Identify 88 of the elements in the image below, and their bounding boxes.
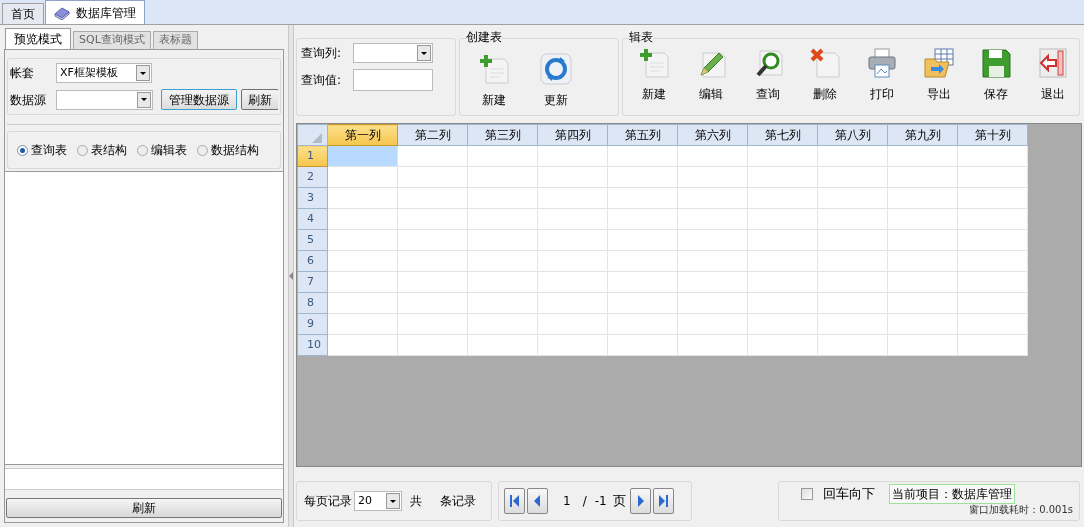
- column-header[interactable]: 第四列: [537, 124, 608, 146]
- first-page-icon: [510, 495, 519, 507]
- column-header[interactable]: 第三列: [467, 124, 538, 146]
- dropdown[interactable]: 20: [354, 491, 402, 511]
- radio-label: 查询表: [31, 142, 67, 159]
- column-header[interactable]: 第八列: [817, 124, 888, 146]
- caret-icon: [140, 71, 146, 75]
- checkbox[interactable]: [801, 488, 813, 500]
- toolbar-button[interactable]: 保存: [970, 47, 1022, 103]
- column-header[interactable]: 第二列: [397, 124, 468, 146]
- field-label: 查询值:: [301, 72, 343, 89]
- row-header[interactable]: 9: [297, 313, 328, 335]
- row-header[interactable]: 8: [297, 292, 328, 314]
- toolbar-button[interactable]: 更新: [528, 53, 584, 109]
- last-page-button[interactable]: [652, 488, 674, 514]
- current-project-label: 当前项目：数据库管理: [889, 484, 1015, 504]
- left-triangle-icon: [533, 495, 542, 507]
- toolbar-button[interactable]: 打印: [856, 47, 908, 103]
- column-header[interactable]: 第六列: [677, 124, 748, 146]
- folder-table-icon: [923, 47, 955, 79]
- group-title: 创建表: [466, 30, 502, 44]
- row-header[interactable]: 7: [297, 271, 328, 293]
- next-page-button[interactable]: [629, 488, 651, 514]
- button[interactable]: 刷新: [240, 89, 278, 110]
- tab[interactable]: SQL查询模式: [73, 31, 151, 49]
- load-time-text: 窗口加载耗时：0.001s: [969, 504, 1073, 516]
- field-label: 每页记录: [304, 493, 352, 510]
- radio-label: 数据结构: [211, 142, 259, 159]
- toolbar-button[interactable]: 查询: [742, 47, 794, 103]
- group-title: 辑表: [629, 30, 653, 44]
- column-header[interactable]: 第九列: [887, 124, 958, 146]
- page-separator: /: [582, 493, 587, 510]
- page-count: -1: [594, 493, 607, 510]
- row-header[interactable]: 5: [297, 229, 328, 251]
- radio-label: 编辑表: [151, 142, 187, 159]
- dropdown[interactable]: [353, 43, 433, 63]
- caret-icon: [140, 98, 147, 101]
- column-header[interactable]: 第五列: [607, 124, 678, 146]
- checkbox-label: 回车向下: [823, 485, 875, 504]
- previous-page-button[interactable]: [527, 488, 548, 514]
- first-page-button[interactable]: [504, 488, 525, 514]
- refresh-button[interactable]: 刷新: [6, 498, 282, 518]
- text-field[interactable]: [5, 468, 283, 490]
- radio-label: 表结构: [91, 142, 127, 159]
- field-label: 帐套: [10, 65, 35, 82]
- row-header[interactable]: 4: [297, 208, 328, 230]
- refresh-icon: [540, 53, 572, 85]
- radio-button[interactable]: [137, 144, 148, 156]
- row-header[interactable]: 10: [297, 334, 328, 356]
- right-triangle-icon: [635, 495, 645, 507]
- column-header[interactable]: 第一列: [327, 124, 398, 146]
- toolbar-button[interactable]: 新建: [628, 47, 680, 103]
- dropdown[interactable]: XF框架模板: [56, 63, 152, 83]
- tab[interactable]: 预览模式: [5, 28, 71, 49]
- toolbar-button[interactable]: 编辑: [685, 47, 737, 103]
- dropdown[interactable]: [55, 89, 153, 110]
- text-field[interactable]: [353, 69, 433, 91]
- triangle-icon: [312, 133, 322, 143]
- field-label: 数据源: [10, 91, 47, 109]
- field-label: 查询列:: [301, 45, 343, 62]
- button[interactable]: 管理数据源: [160, 89, 237, 110]
- total-label: 共: [410, 493, 422, 510]
- tab[interactable]: 数据库管理: [45, 0, 145, 24]
- page-number: 1: [563, 493, 571, 510]
- toolbar-button[interactable]: 新建: [466, 53, 522, 109]
- total-label: 条记录: [440, 493, 476, 510]
- new-document-icon: [638, 47, 670, 79]
- printer-icon: [866, 47, 898, 79]
- radio-button[interactable]: [77, 144, 88, 156]
- radio-button[interactable]: [17, 144, 28, 156]
- caret-icon: [390, 499, 396, 503]
- last-page-icon: [658, 495, 668, 507]
- tab[interactable]: 首页: [2, 3, 44, 24]
- row-header[interactable]: 1: [297, 145, 328, 167]
- row-header[interactable]: 2: [297, 166, 328, 188]
- row-header[interactable]: 3: [297, 187, 328, 209]
- column-header[interactable]: 第七列: [747, 124, 818, 146]
- tab[interactable]: 表标题: [152, 31, 198, 49]
- row-header[interactable]: 6: [297, 250, 328, 272]
- caret-icon: [421, 51, 427, 55]
- column-header[interactable]: 第十列: [957, 124, 1028, 146]
- new-document-icon: [478, 53, 510, 85]
- toolbar-button[interactable]: 删除: [799, 47, 851, 103]
- page-label: 页: [612, 492, 626, 511]
- toolbar-button[interactable]: 导出: [913, 47, 965, 103]
- delete-document-icon: [809, 47, 841, 79]
- toolbar-button[interactable]: 退出: [1027, 47, 1079, 103]
- radio-button[interactable]: [197, 144, 208, 156]
